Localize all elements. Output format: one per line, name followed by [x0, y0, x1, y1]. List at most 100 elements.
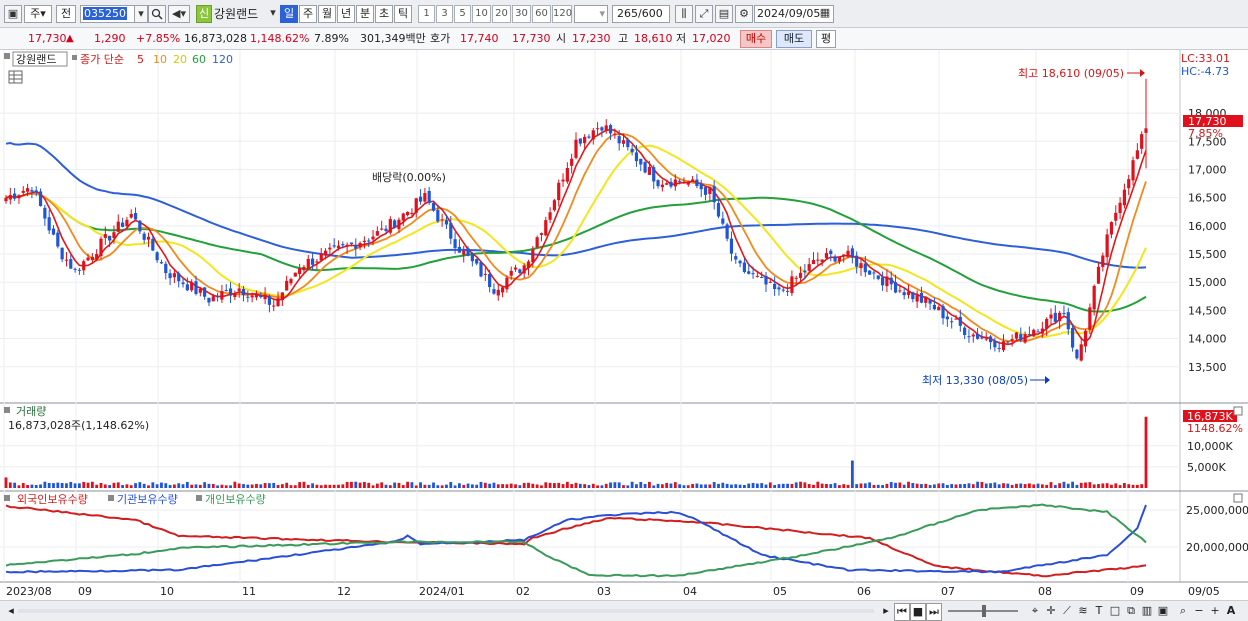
institution-holdings-label: 기관보유수량 [117, 493, 178, 506]
sell-button[interactable]: 매도 [776, 30, 812, 48]
candle-body [1032, 329, 1036, 337]
prev-button[interactable]: 전 [56, 5, 76, 23]
hc-label: HC:-4.73 [1181, 65, 1229, 78]
ma-title: 종가 단순 [80, 53, 124, 66]
interval-5[interactable]: 5 [454, 5, 471, 23]
legend-sep-icon-2 [196, 495, 202, 501]
candle-body [682, 182, 686, 184]
tf-day[interactable]: 일 [280, 5, 298, 23]
count-field[interactable]: 265/600 [612, 5, 670, 23]
date-tick-label: 2023/08 [6, 585, 52, 598]
tool-box-icon[interactable]: □ [1108, 603, 1122, 619]
volume-bar [682, 485, 686, 488]
scroll-left-icon[interactable]: ◂ [6, 603, 16, 619]
volume-bar [1010, 485, 1014, 488]
tf-year[interactable]: 년 [337, 5, 355, 23]
volume-bar [82, 481, 86, 488]
candle-body [267, 296, 272, 305]
volume-bar [993, 482, 997, 488]
tool-line-icon[interactable]: ⟋ [1060, 603, 1074, 619]
candle-body [518, 269, 522, 273]
interval-30[interactable]: 30 [512, 5, 531, 23]
volume-tick-label: 5,000K [1187, 461, 1226, 474]
avg-button[interactable]: 평 [816, 30, 836, 48]
interval-60[interactable]: 60 [532, 5, 551, 23]
zoom-out-icon[interactable]: − [1192, 603, 1206, 619]
custom-interval-select[interactable]: ▾ [574, 5, 608, 23]
tf-week[interactable]: 주 [299, 5, 317, 23]
date-tick-label: 2024/01 [419, 585, 465, 598]
tool-screen-icon[interactable]: ▣ [1156, 603, 1170, 619]
candle-style-icon[interactable]: ⫼ [675, 5, 693, 23]
zoom-search-icon[interactable]: ⌕ [1176, 603, 1190, 619]
stock-name: 강원랜드 [214, 7, 259, 21]
chart-area[interactable]: 강원랜드 종가 단순 5 10 20 60 120 18,00017,50017… [0, 50, 1248, 600]
interval-120[interactable]: 120 [552, 5, 572, 23]
candle-body [643, 162, 647, 173]
candle-body [911, 292, 915, 300]
candle-body [172, 273, 177, 278]
candle-body [444, 220, 449, 225]
chart-window-icon[interactable]: ▣ [4, 5, 22, 23]
volume-panel-close-icon[interactable] [1233, 406, 1243, 416]
zoom-slider-handle[interactable] [982, 605, 986, 617]
stop-icon[interactable]: ■ [910, 603, 926, 621]
volume-bar [4, 477, 8, 488]
interval-3[interactable]: 3 [436, 5, 453, 23]
tool-cursor-icon[interactable]: ⌖ [1028, 603, 1042, 619]
candle-body [820, 259, 824, 262]
tool-crosshair-icon[interactable]: ✛ [1044, 603, 1058, 619]
name-dropdown-icon[interactable]: ▾ [268, 5, 278, 23]
volume-bar [937, 483, 941, 488]
tool-copy-icon[interactable]: ⧉ [1124, 603, 1138, 619]
interval-1[interactable]: 1 [418, 5, 435, 23]
last-page-icon[interactable]: ⏭ [926, 603, 942, 621]
volume-value-text: 16,873,028주(1,148.62%) [8, 419, 149, 432]
candle-body [8, 195, 12, 200]
ma10-label: 10 [153, 53, 167, 66]
volume-bar [829, 484, 833, 488]
tf-second[interactable]: 초 [375, 5, 393, 23]
interval-10[interactable]: 10 [472, 5, 491, 23]
tf-minute[interactable]: 분 [356, 5, 374, 23]
table-icon[interactable] [8, 70, 23, 84]
volume-bar [203, 482, 207, 488]
tf-tick[interactable]: 틱 [394, 5, 412, 23]
scroll-track[interactable] [18, 609, 874, 613]
interval-20[interactable]: 20 [492, 5, 511, 23]
volume-bar [17, 485, 21, 488]
buy-button[interactable]: 매수 [740, 30, 772, 48]
gear-icon[interactable]: ⚙ [735, 5, 753, 23]
search-icon[interactable] [148, 5, 166, 23]
first-page-icon[interactable]: ⏮ [894, 603, 910, 621]
candle-body [69, 259, 73, 269]
tool-fib-icon[interactable]: ≋ [1076, 603, 1090, 619]
scroll-right-icon[interactable]: ▸ [880, 603, 892, 619]
candle-body [263, 294, 267, 300]
volume-bar [350, 481, 353, 488]
period-unit-select[interactable]: 주▾ [24, 5, 52, 23]
tf-month[interactable]: 월 [318, 5, 336, 23]
stock-code-input[interactable]: 035250 [80, 5, 136, 23]
volume-bar [630, 481, 634, 488]
ma5-label: 5 [137, 53, 144, 66]
candle-body [781, 289, 785, 291]
code-dropdown-icon[interactable]: ▾ [134, 5, 148, 23]
holdings-panel-close-icon[interactable] [1233, 493, 1243, 503]
volume-bar [609, 482, 612, 488]
speaker-icon[interactable]: ◀▾ [168, 5, 190, 23]
volume-bar [838, 485, 841, 488]
candle-body [785, 290, 790, 292]
tool-chart-icon[interactable]: ▥ [1140, 603, 1154, 619]
volume-bar [285, 482, 289, 488]
draw-tools-icon[interactable]: ⤢ [695, 5, 713, 23]
calendar-icon[interactable]: ▦ [818, 5, 832, 23]
tool-text-icon[interactable]: T [1092, 603, 1106, 619]
volume-bar [673, 482, 677, 488]
last-pct-tag: 7.85% [1188, 127, 1223, 140]
font-size-icon[interactable]: A [1224, 603, 1238, 619]
zoom-in-icon[interactable]: + [1208, 603, 1222, 619]
save-icon[interactable]: ▤ [715, 5, 733, 23]
candle-body [889, 277, 893, 285]
candle-body [310, 258, 315, 265]
